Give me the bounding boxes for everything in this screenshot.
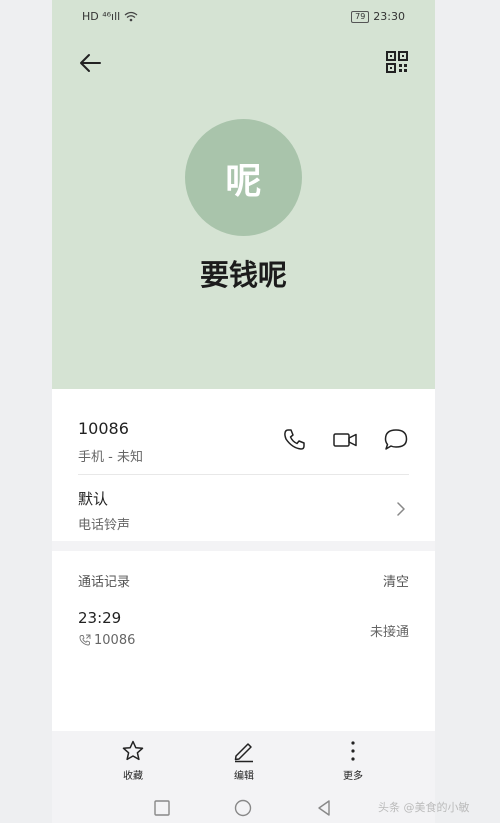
call-button[interactable]: [281, 427, 307, 453]
back-nav-button[interactable]: [315, 799, 333, 817]
battery-icon: 79: [351, 10, 370, 23]
avatar-text: 呢: [225, 160, 262, 202]
video-call-button[interactable]: [332, 427, 358, 453]
qr-code-button[interactable]: [385, 50, 409, 74]
divider: [78, 474, 409, 475]
watermark: 头条 @美食的小敏: [378, 801, 470, 814]
edit-label: 编辑: [234, 771, 254, 782]
message-bubble-icon: [384, 429, 408, 450]
ringtone-label: 电话铃声: [78, 518, 131, 533]
call-number-row: 10086: [78, 633, 135, 648]
edit-button[interactable]: 编辑: [214, 739, 274, 782]
phone-icon: [284, 429, 305, 450]
phone-number-type: 手机 - 未知: [78, 450, 143, 465]
more-label: 更多: [343, 771, 363, 782]
wifi-icon: [124, 11, 138, 22]
contact-info-card: 10086 手机 - 未知 默认 电话铃声: [52, 389, 435, 541]
ringtone-title: 默认: [78, 490, 109, 508]
call-log-title: 通话记录: [78, 575, 131, 590]
more-button[interactable]: 更多: [323, 739, 383, 782]
circle-icon: [234, 799, 252, 817]
contact-header: HD ⁴⁶ıll 79 23:30 呢 要钱呢: [52, 0, 435, 389]
recents-button[interactable]: [153, 799, 171, 817]
chevron-right-icon: [395, 500, 407, 518]
star-icon: [122, 740, 144, 761]
call-time: 23:29: [78, 609, 122, 627]
signal-text: HD ⁴⁶ıll: [82, 10, 121, 23]
phone-number: 10086: [78, 419, 129, 438]
status-bar: HD ⁴⁶ıll 79 23:30: [52, 8, 435, 28]
status-left: HD ⁴⁶ıll: [82, 10, 138, 23]
message-button[interactable]: [383, 427, 409, 453]
favorite-button[interactable]: 收藏: [103, 739, 163, 782]
home-button[interactable]: [234, 799, 252, 817]
square-icon: [154, 800, 170, 816]
clear-call-log-button[interactable]: 清空: [383, 571, 409, 590]
qr-code-icon: [386, 51, 408, 73]
call-log-card: 通话记录 清空 23:29 10086 未接通: [52, 551, 435, 731]
more-vertical-icon: [351, 741, 355, 761]
bottom-toolbar: 收藏 编辑 更多: [52, 731, 435, 787]
contact-avatar[interactable]: 呢: [185, 119, 302, 236]
call-number: 10086: [94, 633, 136, 648]
contact-name: 要钱呢: [199, 258, 287, 292]
call-status: 未接通: [369, 625, 409, 640]
status-time: 23:30: [373, 10, 405, 23]
video-camera-icon: [333, 433, 357, 447]
pencil-icon: [234, 743, 253, 763]
status-right: 79 23:30: [351, 10, 405, 23]
contact-detail-screen: HD ⁴⁶ıll 79 23:30 呢 要钱呢 10086 手机 - 未知 默认…: [52, 0, 435, 823]
triangle-back-icon: [318, 800, 330, 816]
back-button[interactable]: [78, 50, 104, 76]
arrow-left-icon: [80, 54, 101, 72]
favorite-label: 收藏: [123, 771, 143, 782]
outgoing-call-icon: [79, 634, 91, 646]
